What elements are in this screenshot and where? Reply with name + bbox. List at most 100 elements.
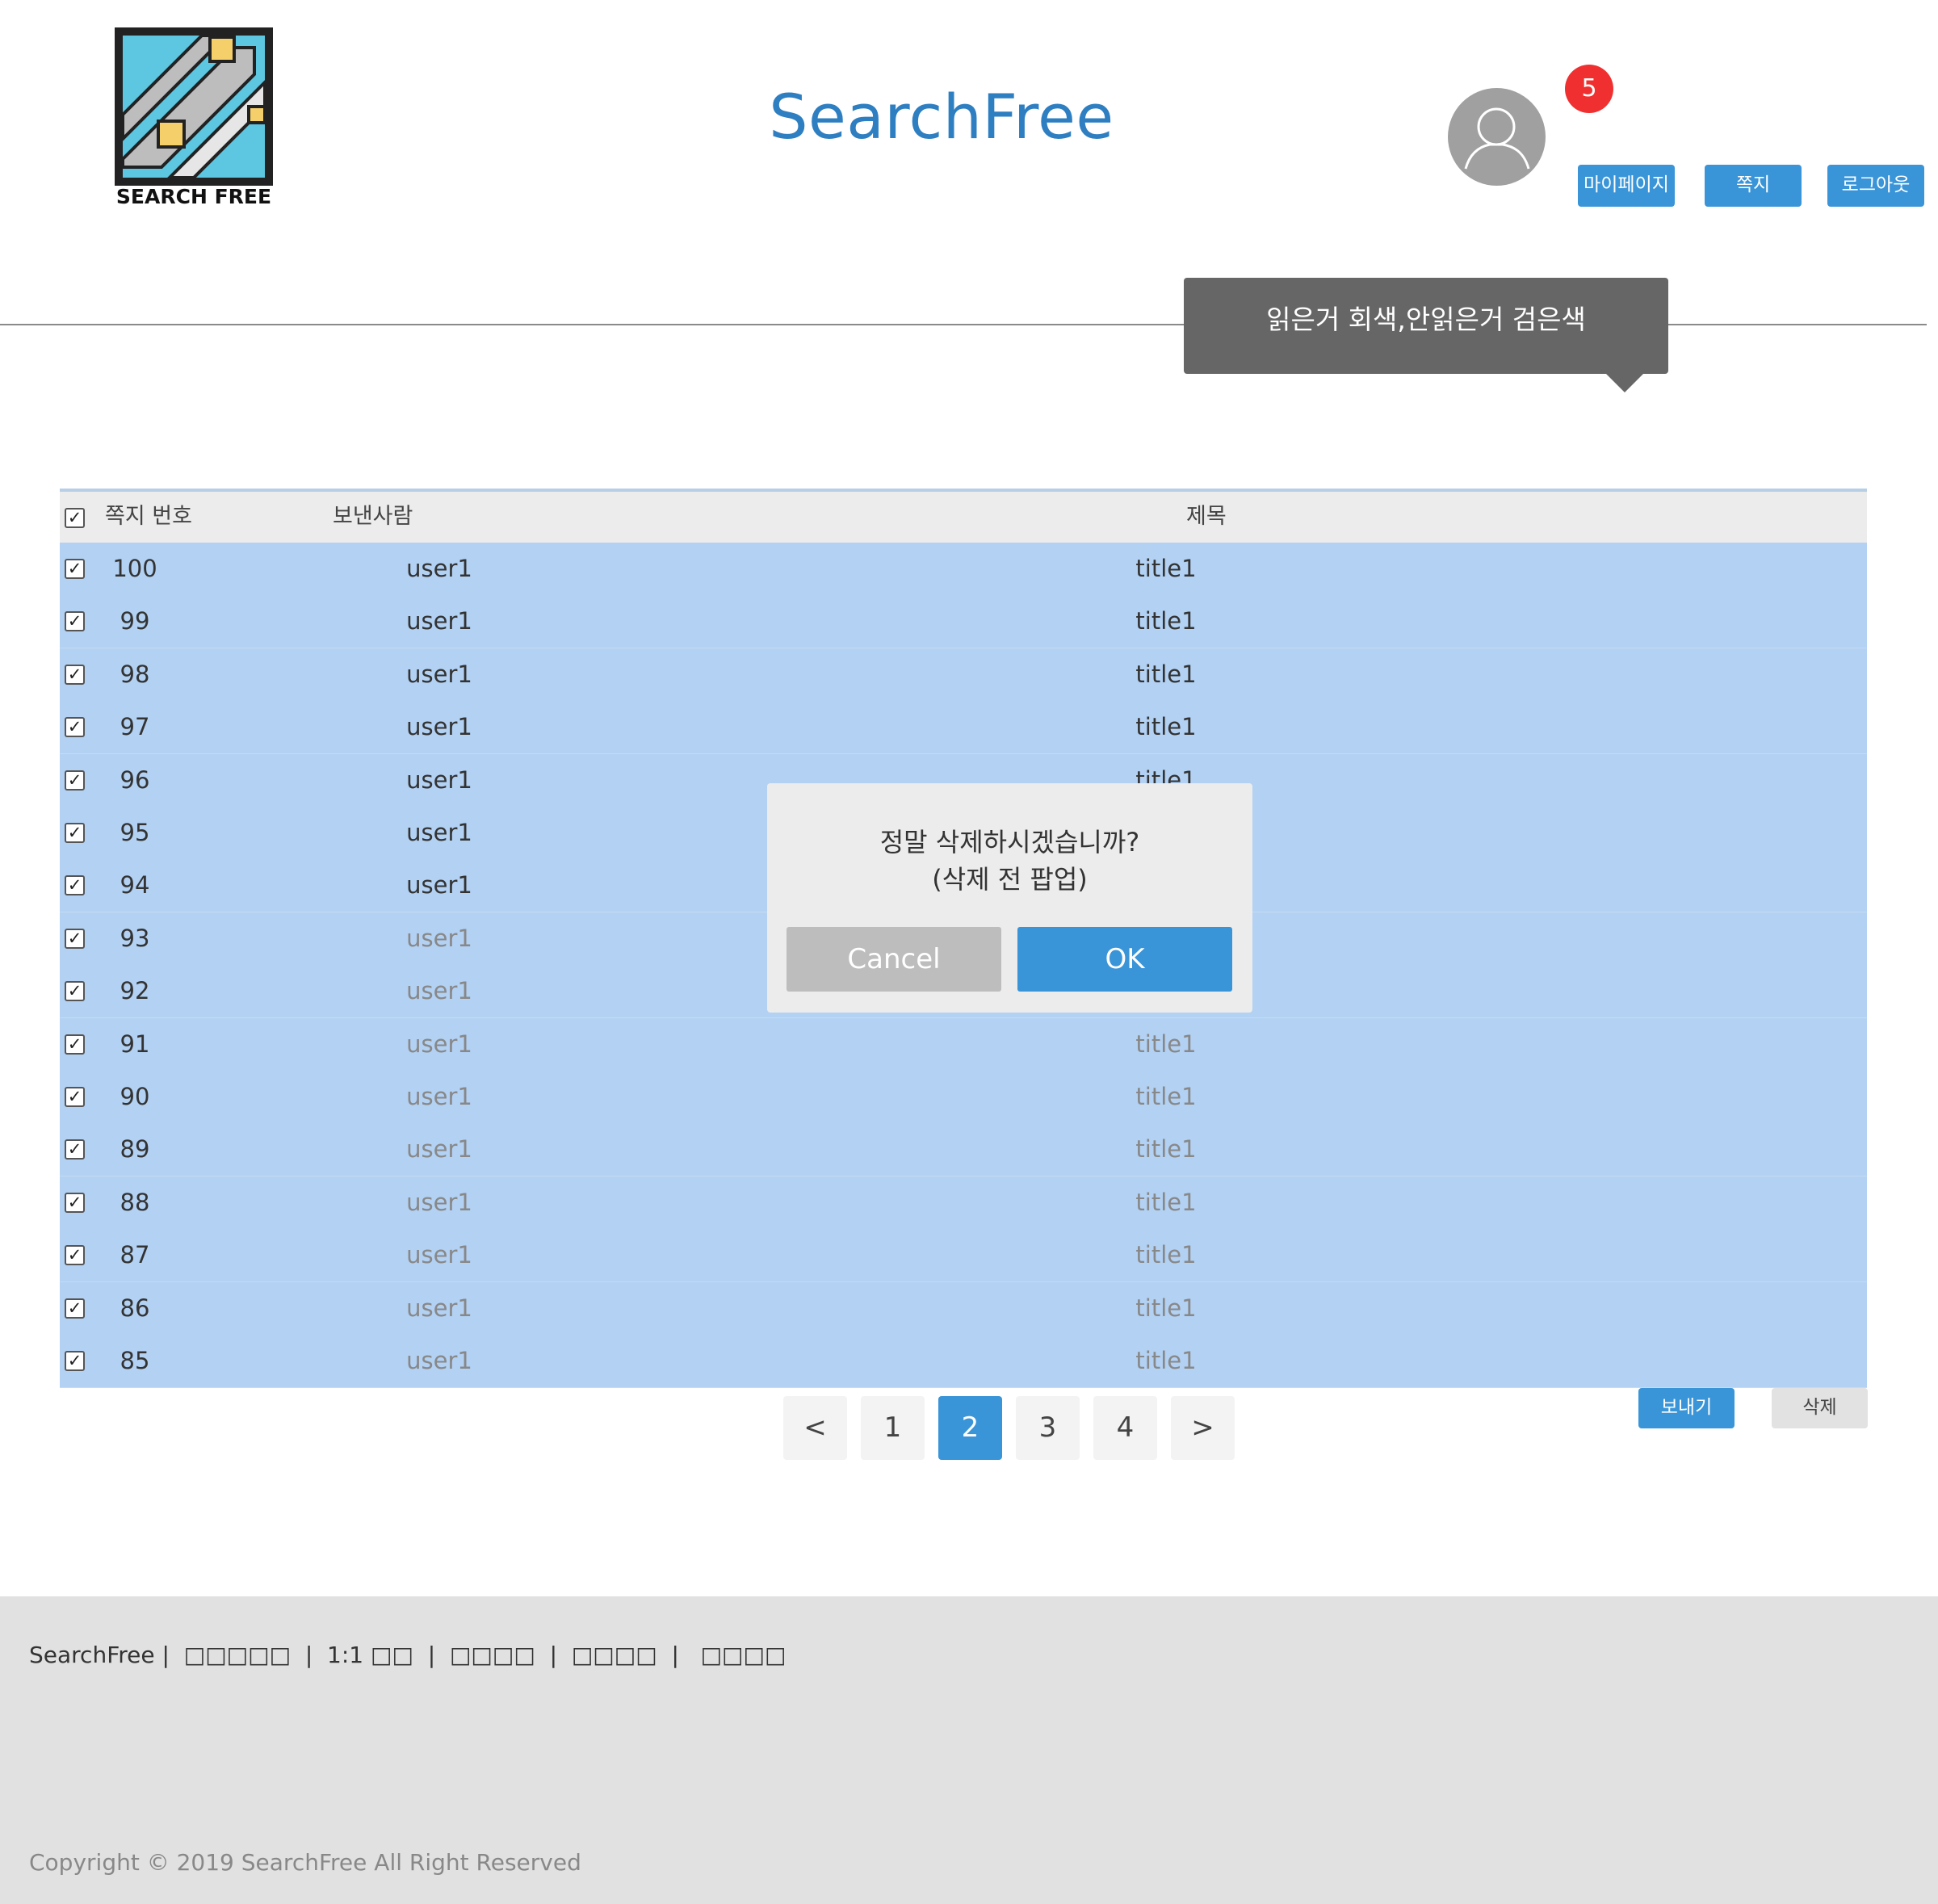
row-number: 88 [120, 1188, 150, 1216]
row-title[interactable]: title1 [1065, 1018, 1267, 1070]
row-sender: user1 [406, 977, 472, 1005]
row-checkbox[interactable]: ✓ [65, 664, 85, 685]
table-row[interactable]: ✓ 100 user1 title1 [60, 543, 1867, 596]
table-row[interactable]: ✓ 97 user1 title1 [60, 701, 1867, 755]
row-title[interactable]: title1 [1065, 648, 1267, 700]
dialog-message: 정말 삭제하시겠습니까? (삭제 전 팝업) [767, 824, 1252, 898]
row-sender: user1 [406, 924, 472, 952]
row-checkbox[interactable]: ✓ [65, 611, 85, 632]
header-no: 쪽지 번호 [105, 504, 192, 529]
row-title[interactable]: title1 [1065, 1282, 1267, 1334]
row-title[interactable]: title1 [1065, 1229, 1267, 1281]
check-icon: ✓ [67, 823, 82, 842]
row-checkbox[interactable]: ✓ [65, 875, 85, 896]
row-number: 92 [120, 977, 150, 1005]
check-icon: ✓ [67, 1351, 82, 1370]
tooltip: 읽은거 회색,안읽은거 검은색 [1184, 278, 1668, 374]
footer-links[interactable]: SearchFree | □□□□□ | 1:1 □□ | □□□□ | □□□… [29, 1642, 786, 1668]
row-number: 89 [120, 1135, 150, 1164]
row-checkbox[interactable]: ✓ [65, 559, 85, 579]
row-number: 99 [120, 607, 150, 635]
check-icon: ✓ [67, 1245, 82, 1265]
row-checkbox[interactable]: ✓ [65, 717, 85, 738]
row-checkbox[interactable]: ✓ [65, 928, 85, 949]
row-sender: user1 [406, 1294, 472, 1322]
send-button[interactable]: 보내기 [1638, 1388, 1735, 1428]
table-row[interactable]: ✓ 87 user1 title1 [60, 1229, 1867, 1283]
table-row[interactable]: ✓ 85 user1 title1 [60, 1335, 1867, 1388]
table-row[interactable]: ✓ 90 user1 title1 [60, 1071, 1867, 1124]
row-checkbox[interactable]: ✓ [65, 1298, 85, 1319]
next-page-button[interactable]: > [1171, 1396, 1235, 1460]
check-icon: ✓ [67, 1192, 82, 1212]
row-title[interactable]: title1 [1065, 543, 1267, 594]
row-title[interactable]: title1 [1065, 1335, 1267, 1386]
page-button[interactable]: 3 [1016, 1396, 1080, 1460]
row-checkbox[interactable]: ✓ [65, 1034, 85, 1055]
row-sender: user1 [406, 1188, 472, 1216]
check-icon: ✓ [67, 1298, 82, 1318]
check-icon: ✓ [67, 717, 82, 737]
user-icon [1464, 107, 1530, 170]
row-checkbox[interactable]: ✓ [65, 1351, 85, 1371]
check-icon: ✓ [67, 770, 82, 790]
check-icon: ✓ [67, 928, 82, 948]
row-checkbox[interactable]: ✓ [65, 981, 85, 1002]
page-button[interactable]: 1 [861, 1396, 925, 1460]
row-number: 91 [120, 1030, 150, 1058]
cancel-button[interactable]: Cancel [787, 927, 1001, 992]
check-icon: ✓ [67, 559, 82, 578]
delete-button[interactable]: 삭제 [1772, 1388, 1868, 1428]
logout-button[interactable]: 로그아웃 [1827, 165, 1924, 207]
row-number: 96 [120, 765, 150, 794]
row-checkbox[interactable]: ✓ [65, 770, 85, 791]
row-checkbox[interactable]: ✓ [65, 1087, 85, 1107]
row-sender: user1 [406, 1347, 472, 1374]
table-row[interactable]: ✓ 88 user1 title1 [60, 1176, 1867, 1230]
row-title[interactable]: title1 [1065, 1176, 1267, 1228]
table-row[interactable]: ✓ 99 user1 title1 [60, 595, 1867, 649]
row-sender: user1 [406, 1135, 472, 1164]
row-sender: user1 [406, 765, 472, 794]
row-checkbox[interactable]: ✓ [65, 823, 85, 843]
notification-badge[interactable]: 5 [1565, 65, 1613, 113]
row-checkbox[interactable]: ✓ [65, 1139, 85, 1160]
notes-button[interactable]: 쪽지 [1705, 165, 1802, 207]
page-button[interactable]: 4 [1093, 1396, 1157, 1460]
page-button-current[interactable]: 2 [938, 1396, 1002, 1460]
select-all-checkbox[interactable]: ✓ [65, 508, 85, 528]
check-icon: ✓ [67, 1034, 82, 1054]
logo-text: SEARCH FREE [116, 185, 271, 205]
row-number: 86 [120, 1294, 150, 1322]
check-icon: ✓ [67, 664, 82, 684]
prev-page-button[interactable]: < [783, 1396, 847, 1460]
row-title[interactable]: title1 [1065, 595, 1267, 647]
row-number: 87 [120, 1241, 150, 1269]
header-sender: 보낸사람 [333, 504, 413, 529]
row-number: 85 [120, 1347, 150, 1374]
row-checkbox[interactable]: ✓ [65, 1192, 85, 1213]
row-title[interactable]: title1 [1065, 701, 1267, 753]
check-icon: ✓ [67, 875, 82, 895]
check-icon: ✓ [67, 611, 82, 631]
row-sender: user1 [406, 607, 472, 635]
row-title[interactable]: title1 [1065, 1071, 1267, 1122]
copyright: Copyright © 2019 SearchFree All Right Re… [29, 1849, 581, 1876]
table-row[interactable]: ✓ 86 user1 title1 [60, 1281, 1867, 1336]
row-checkbox[interactable]: ✓ [65, 1245, 85, 1266]
table-row[interactable]: ✓ 89 user1 title1 [60, 1123, 1867, 1177]
avatar[interactable] [1448, 88, 1546, 186]
row-title[interactable]: title1 [1065, 1123, 1267, 1175]
tooltip-tail [1605, 373, 1644, 392]
confirm-dialog: 정말 삭제하시겠습니까? (삭제 전 팝업) Cancel OK [767, 783, 1252, 1013]
row-number: 94 [120, 871, 150, 900]
header-title: 제목 [1186, 504, 1227, 529]
row-number: 100 [112, 555, 157, 582]
row-sender: user1 [406, 713, 472, 741]
table-row[interactable]: ✓ 91 user1 title1 [60, 1017, 1867, 1072]
row-number: 97 [120, 713, 150, 741]
table-row[interactable]: ✓ 98 user1 title1 [60, 648, 1867, 702]
ok-button[interactable]: OK [1017, 927, 1232, 992]
mypage-button[interactable]: 마이페이지 [1578, 165, 1675, 207]
row-number: 98 [120, 660, 150, 688]
